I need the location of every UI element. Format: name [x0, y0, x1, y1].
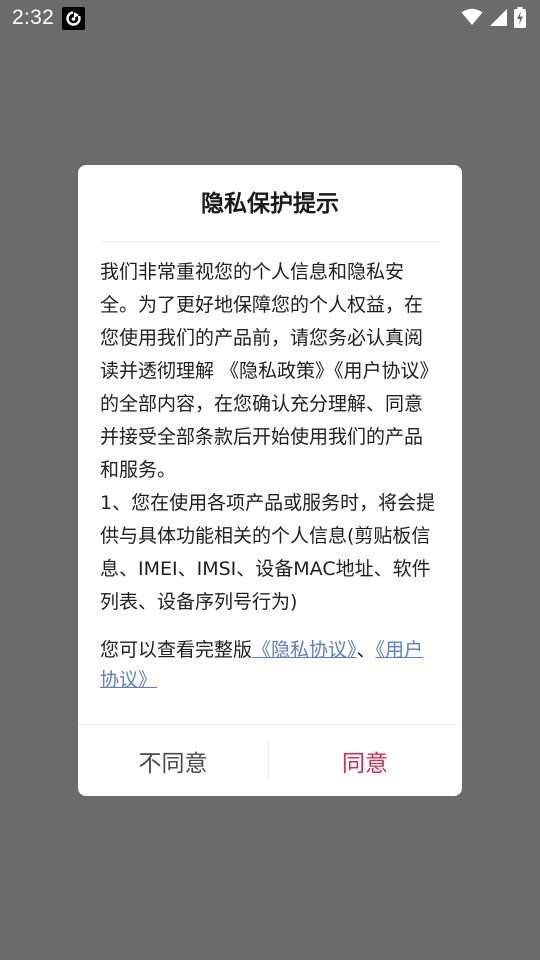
disagree-button[interactable]: 不同意: [78, 725, 268, 796]
dialog-body-text: 我们非常重视您的个人信息和隐私安全。为了更好地保障您的个人权益，在您使用我们的产…: [100, 261, 439, 613]
status-icons: [461, 6, 526, 28]
dialog-title: 隐私保护提示: [201, 191, 339, 217]
cell-signal-icon: [489, 8, 508, 27]
title-divider: [100, 241, 440, 242]
button-divider: [268, 740, 269, 780]
battery-charging-icon: [514, 6, 526, 28]
links-prefix: 您可以查看完整版: [100, 639, 253, 661]
agree-button[interactable]: 同意: [270, 725, 460, 796]
screen: 2:32 隐私保护提示 我们非常重视您的个人信息和隐私安全。为了更好地保障您的个…: [0, 0, 540, 960]
status-bar: 2:32: [0, 0, 540, 36]
agreement-links-line: 您可以查看完整版《隐私协议》、《用户协议》: [100, 635, 440, 695]
privacy-agreement-link[interactable]: 《隐私协议》: [252, 639, 357, 661]
links-separator: 、: [356, 639, 376, 661]
notification-app-icon: [62, 7, 85, 30]
wifi-icon: [461, 8, 483, 26]
status-time: 2:32: [12, 6, 55, 29]
privacy-dialog: 隐私保护提示 我们非常重视您的个人信息和隐私安全。为了更好地保障您的个人权益，在…: [78, 165, 462, 796]
